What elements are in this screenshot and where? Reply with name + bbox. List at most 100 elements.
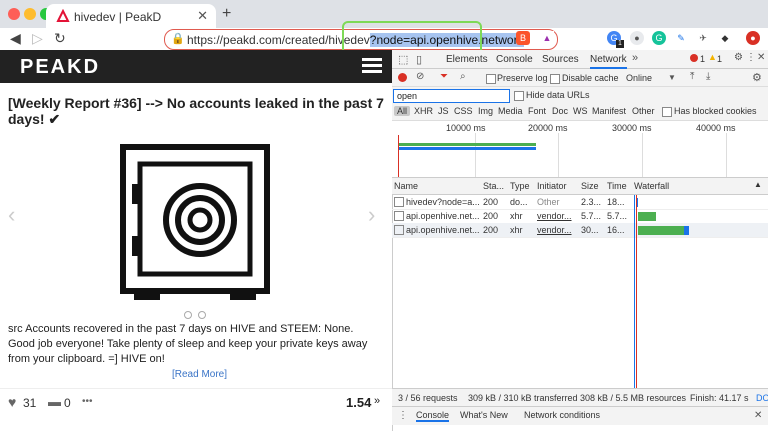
- new-tab-button[interactable]: +: [222, 5, 231, 23]
- col-time[interactable]: Time: [607, 181, 629, 191]
- preserve-log-checkbox[interactable]: [486, 74, 496, 84]
- more-options-icon[interactable]: •••: [82, 396, 93, 407]
- upvote-heart-icon[interactable]: ♥: [8, 394, 16, 410]
- slider-dot-1[interactable]: [184, 311, 192, 319]
- type-filter-other[interactable]: Other: [632, 106, 655, 116]
- settings-gear-icon[interactable]: ⚙: [734, 52, 743, 63]
- post-body: src Accounts recovered in the past 7 day…: [8, 323, 368, 365]
- slider-prev-icon[interactable]: ‹: [8, 202, 15, 228]
- tab-elements[interactable]: Elements: [446, 54, 488, 65]
- overview-load-line: [398, 135, 399, 177]
- devtools-drawer: ⋮ Console What's New Network conditions …: [392, 406, 768, 425]
- network-settings-icon[interactable]: ⚙: [752, 71, 762, 84]
- import-har-icon[interactable]: ⤒: [690, 71, 694, 82]
- drawer-tab-whats-new[interactable]: What's New: [460, 410, 508, 420]
- row-time: 5.7...: [607, 211, 628, 221]
- forward-icon[interactable]: ▷: [32, 30, 43, 47]
- status-resources: 308 kB / 5.5 MB resources: [580, 393, 687, 403]
- row-initiator: Other: [537, 197, 560, 207]
- pen-extension-icon[interactable]: ✎: [674, 31, 688, 45]
- vote-count: 31: [23, 396, 37, 410]
- row-initiator[interactable]: vendor...: [537, 225, 572, 235]
- disable-cache-checkbox[interactable]: [550, 74, 560, 84]
- stop-extension-icon[interactable]: ●: [746, 31, 760, 45]
- table-row[interactable]: api.openhive.net... 200 xhr vendor... 5.…: [392, 209, 768, 224]
- inspect-element-icon[interactable]: ⬚: [398, 53, 408, 66]
- payout-value[interactable]: 1.54: [346, 395, 371, 410]
- type-filter-manifest[interactable]: Manifest: [592, 106, 626, 116]
- has-blocked-cookies-checkbox[interactable]: [662, 107, 672, 117]
- type-filter-all[interactable]: All: [394, 106, 411, 116]
- drawer-tab-console[interactable]: Console: [416, 410, 450, 422]
- chevron-down-icon[interactable]: ▼: [668, 73, 676, 82]
- col-name[interactable]: Name: [394, 181, 479, 191]
- requests-table-header: Name Sta... Type Initiator Size Time Wat…: [392, 178, 768, 195]
- hamburger-menu-icon[interactable]: [362, 58, 382, 74]
- triangle-extension-icon[interactable]: ▲: [540, 31, 554, 45]
- minimize-window-button[interactable]: [24, 8, 36, 20]
- row-name: hivedev?node=a...: [406, 197, 480, 207]
- row-size: 30...: [581, 225, 599, 235]
- reload-icon[interactable]: ↻: [54, 30, 66, 47]
- back-icon[interactable]: ◀: [10, 30, 21, 47]
- filter-input[interactable]: open: [393, 89, 510, 103]
- warning-count[interactable]: 1: [717, 54, 722, 64]
- ethereum-icon[interactable]: ◆: [718, 31, 732, 45]
- clear-icon[interactable]: ⊘: [416, 71, 424, 82]
- type-filter-img[interactable]: Img: [478, 106, 493, 116]
- close-devtools-icon[interactable]: ✕: [757, 52, 765, 63]
- extension-icon-3[interactable]: ✈: [696, 31, 710, 45]
- table-row[interactable]: api.openhive.net... 200 xhr vendor... 30…: [392, 223, 768, 238]
- close-drawer-icon[interactable]: ✕: [754, 410, 762, 421]
- drawer-tab-network-conditions[interactable]: Network conditions: [524, 410, 600, 420]
- post-title[interactable]: [Weekly Report #36] --> No accounts leak…: [8, 95, 388, 128]
- row-initiator[interactable]: vendor...: [537, 211, 572, 221]
- col-initiator[interactable]: Initiator: [537, 181, 577, 191]
- tab-network[interactable]: Network: [590, 54, 627, 69]
- timeline-tick-4: 40000 ms: [696, 123, 736, 133]
- ext-badge: 1: [616, 40, 624, 48]
- extension-icon-2[interactable]: ●: [630, 31, 644, 45]
- devtools-menu-icon[interactable]: ⋮: [746, 52, 756, 63]
- table-row[interactable]: hivedev?node=a... 200 do... Other 2.3...…: [392, 195, 768, 210]
- type-filter-xhr[interactable]: XHR: [414, 106, 433, 116]
- warning-icon: ▲: [708, 52, 717, 62]
- type-filter-js[interactable]: JS: [438, 106, 449, 116]
- search-icon[interactable]: ⌕: [460, 71, 466, 82]
- grammarly-icon[interactable]: G: [652, 31, 666, 45]
- sort-up-icon[interactable]: ▲: [754, 180, 762, 189]
- more-tabs-icon[interactable]: »: [632, 52, 638, 64]
- slider-dot-2[interactable]: [198, 311, 206, 319]
- tab-sources[interactable]: Sources: [542, 54, 579, 65]
- read-more-link[interactable]: [Read More]: [172, 369, 227, 380]
- hide-data-urls-checkbox[interactable]: [514, 91, 524, 101]
- slider-next-icon[interactable]: ›: [368, 202, 375, 228]
- error-icon: [690, 54, 698, 62]
- device-toolbar-icon[interactable]: ▯: [416, 53, 422, 66]
- export-har-icon[interactable]: ⤓: [706, 71, 710, 82]
- col-status[interactable]: Sta...: [483, 181, 507, 191]
- row-type: xhr: [510, 211, 523, 221]
- close-window-button[interactable]: [8, 8, 20, 20]
- comment-icon[interactable]: ▬: [48, 394, 61, 409]
- throttle-select[interactable]: Online: [626, 73, 652, 83]
- filter-icon[interactable]: ⏷: [440, 71, 448, 82]
- record-icon[interactable]: [398, 73, 407, 82]
- type-filter-font[interactable]: Font: [528, 106, 546, 116]
- hive-payout-icon: »: [374, 395, 381, 407]
- col-type[interactable]: Type: [510, 181, 534, 191]
- type-filter-css[interactable]: CSS: [454, 106, 473, 116]
- type-filter-ws[interactable]: WS: [573, 106, 588, 116]
- site-logo[interactable]: PEAKD: [20, 56, 100, 79]
- drawer-menu-icon[interactable]: ⋮: [398, 410, 408, 421]
- type-filter-doc[interactable]: Doc: [552, 106, 568, 116]
- tab-console[interactable]: Console: [496, 54, 533, 65]
- brave-shield-icon[interactable]: B: [516, 31, 530, 45]
- error-count[interactable]: 1: [700, 54, 705, 64]
- browser-tab[interactable]: hivedev | PeakD ✕: [46, 4, 216, 28]
- close-tab-icon[interactable]: ✕: [197, 8, 208, 24]
- waterfall-bar: [638, 212, 656, 221]
- col-size[interactable]: Size: [581, 181, 603, 191]
- col-waterfall[interactable]: Waterfall: [634, 181, 694, 191]
- type-filter-media[interactable]: Media: [498, 106, 523, 116]
